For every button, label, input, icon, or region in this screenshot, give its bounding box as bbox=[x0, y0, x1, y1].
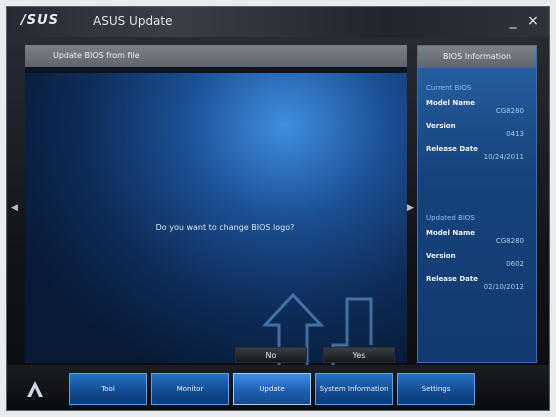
current-version: Version 0413 bbox=[426, 122, 530, 138]
ai-suite-logo-icon bbox=[27, 381, 43, 397]
info-value: 02/10/2012 bbox=[483, 283, 524, 291]
nav-tool-button[interactable]: Tool bbox=[69, 373, 147, 405]
bios-info-panel: BIOS Information Current BIOS Model Name… bbox=[417, 45, 537, 363]
info-value: CG8280 bbox=[495, 237, 524, 245]
info-label: Model Name bbox=[426, 229, 475, 237]
updated-model-name: Model Name CG8280 bbox=[426, 229, 530, 245]
updated-release-date: Release Date 02/10/2012 bbox=[426, 275, 530, 291]
update-panel-body: Do you want to change BIOS logo? bbox=[25, 73, 407, 377]
info-label: Model Name bbox=[426, 99, 475, 107]
current-bios-title: Current BIOS bbox=[426, 84, 472, 92]
nav-update-button[interactable]: Update bbox=[233, 373, 311, 405]
app-title: ASUS Update bbox=[93, 14, 173, 28]
change-logo-prompt: Do you want to change BIOS logo? bbox=[155, 223, 295, 232]
current-model-name: Model Name CG8280 bbox=[426, 99, 530, 115]
bottom-nav-bar: Tool Monitor Update System Information S… bbox=[7, 365, 549, 410]
info-value: CG8280 bbox=[495, 107, 524, 115]
close-button[interactable]: × bbox=[525, 13, 541, 29]
bios-info-header: BIOS Information bbox=[418, 46, 536, 68]
info-value: 10/24/2011 bbox=[483, 153, 524, 161]
asus-update-window: /SUS ASUS Update _ × ◀ ▶ Update BIOS fro… bbox=[6, 6, 550, 411]
updated-bios-title: Updated BIOS bbox=[426, 214, 475, 222]
yes-button[interactable]: Yes bbox=[323, 347, 395, 363]
update-panel-header: Update BIOS from file bbox=[25, 45, 407, 67]
title-bar: /SUS ASUS Update _ × bbox=[7, 7, 549, 37]
minimize-button[interactable]: _ bbox=[505, 13, 521, 29]
left-arrow-icon[interactable]: ◀ bbox=[11, 203, 18, 213]
no-button[interactable]: No bbox=[235, 347, 307, 363]
current-bios-group: Current BIOS Model Name CG8280 Version 0… bbox=[426, 84, 530, 161]
update-panel: Update BIOS from file Do you want to cha… bbox=[25, 45, 407, 377]
nav-settings-button[interactable]: Settings bbox=[397, 373, 475, 405]
asus-logo: /SUS bbox=[21, 13, 60, 28]
info-label: Release Date bbox=[426, 275, 478, 283]
info-label: Version bbox=[426, 122, 456, 130]
updated-version: Version 0602 bbox=[426, 252, 530, 268]
right-arrow-icon[interactable]: ▶ bbox=[407, 203, 414, 213]
nav-monitor-button[interactable]: Monitor bbox=[151, 373, 229, 405]
info-label: Release Date bbox=[426, 145, 478, 153]
info-label: Version bbox=[426, 252, 456, 260]
info-value: 0413 bbox=[506, 130, 524, 138]
updated-bios-group: Updated BIOS Model Name CG8280 Version 0… bbox=[426, 214, 530, 291]
nav-system-information-button[interactable]: System Information bbox=[315, 373, 393, 405]
info-value: 0602 bbox=[506, 260, 524, 268]
current-release-date: Release Date 10/24/2011 bbox=[426, 145, 530, 161]
